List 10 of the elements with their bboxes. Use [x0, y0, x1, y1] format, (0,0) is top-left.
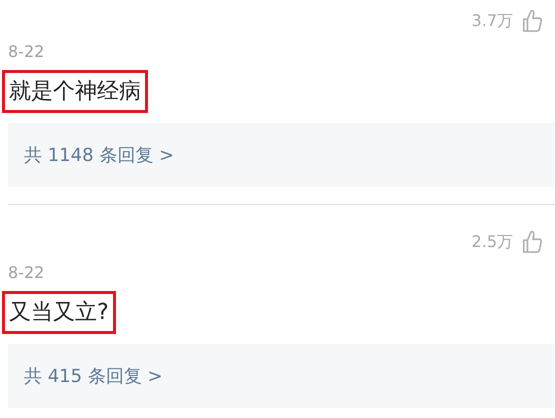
thumbs-up-icon[interactable]: [521, 230, 543, 254]
replies-link[interactable]: 共 415 条回复 >: [8, 344, 555, 408]
like-count: 2.5万: [472, 232, 513, 252]
like-count: 3.7万: [472, 10, 513, 32]
comment-text: 又当又立?: [2, 291, 116, 334]
comment-date: 8-22: [8, 41, 46, 63]
replies-link[interactable]: 共 1148 条回复 >: [8, 123, 555, 187]
thumbs-up-icon[interactable]: [521, 9, 543, 33]
comment-date: 8-22: [8, 262, 46, 284]
comment-text: 就是个神经病: [2, 70, 148, 113]
